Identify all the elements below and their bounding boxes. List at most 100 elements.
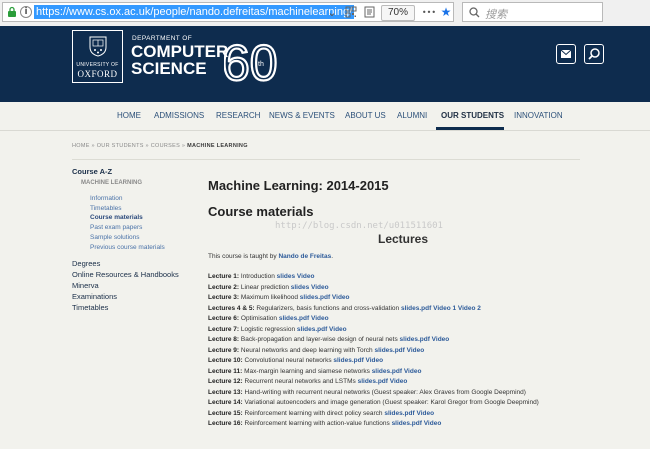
sidebar-item-timetables[interactable]: Timetables (72, 303, 108, 312)
lecture-links[interactable]: slides.pdf Video (400, 336, 450, 343)
lecture-number: Lecture 7: (208, 326, 240, 333)
lecture-links[interactable]: slides.pdf Video (279, 315, 329, 322)
qr-code-icon[interactable] (345, 6, 357, 18)
lock-icon (8, 6, 16, 17)
sidebar-link-course-materials[interactable]: Course materials (90, 214, 143, 221)
lecture-row: Lecture 3: Maximum likelihood slides.pdf… (208, 294, 350, 301)
lecture-row: Lecture 9: Neural networks and deep lear… (208, 347, 424, 354)
lecture-number: Lecture 12: (208, 378, 243, 385)
browser-search-input[interactable]: 搜索 (462, 2, 603, 22)
lecture-links[interactable]: slides.pdf Video (384, 410, 434, 417)
nav-research[interactable]: RESEARCH (216, 111, 260, 120)
lecture-topic: Logistic regression (240, 326, 296, 333)
lecture-links[interactable]: slides.pdf Video (333, 357, 383, 364)
lecture-topic: Max-margin learning and siamese networks (244, 368, 370, 375)
sidebar-item-examinations[interactable]: Examinations (72, 292, 117, 301)
lecture-topic: Reinforcement learning with action-value… (244, 420, 390, 427)
lecture-number: Lecture 1: (208, 273, 240, 280)
lecture-topic: Variational autoencoders and image gener… (244, 399, 539, 406)
more-actions-icon[interactable]: ••• (421, 5, 437, 20)
lecture-links[interactable]: slides.pdf Video (358, 378, 408, 385)
lecture-number: Lecture 13: (208, 389, 243, 396)
oxford-logo[interactable]: UNIVERSITY OF OXFORD (72, 30, 123, 83)
sidebar-link-previous-course-materials[interactable]: Previous course materials (90, 244, 165, 251)
oxford-crest-icon (89, 36, 107, 57)
breadcrumb-separator: » (145, 143, 149, 149)
info-icon[interactable]: i (20, 6, 32, 18)
lecture-row: Lecture 6: Optimisation slides.pdf Video (208, 315, 329, 322)
lecture-number: Lecture 10: (208, 357, 243, 364)
lecture-row: Lecture 16: Reinforcement learning with … (208, 420, 441, 427)
lecture-links[interactable]: slides.pdf Video (297, 326, 347, 333)
lecture-number: Lecture 15: (208, 410, 243, 417)
email-button[interactable] (556, 44, 576, 64)
nav-our-students[interactable]: OUR STUDENTS (441, 111, 504, 120)
lecture-number: Lecture 3: (208, 294, 240, 301)
sidebar-link-timetables[interactable]: Timetables (90, 205, 122, 212)
sidebar-link-sample-solutions[interactable]: Sample solutions (90, 234, 140, 241)
watermark: http://blog.csdn.net/u011511601 (275, 221, 443, 231)
zoom-indicator[interactable]: 70% (381, 5, 415, 21)
nav-admissions[interactable]: ADMISSIONS (154, 111, 204, 120)
nav-innovation[interactable]: INNOVATION (514, 111, 563, 120)
sidebar-item-degrees[interactable]: Degrees (72, 259, 100, 268)
university-label: UNIVERSITY OF (76, 62, 119, 68)
search-placeholder: 搜索 (485, 8, 507, 21)
lecture-links[interactable]: slides.pdf Video (374, 347, 424, 354)
lecture-number: Lecture 14: (208, 399, 243, 406)
lecture-number: Lectures 4 & 5: (208, 305, 255, 312)
anniversary-suffix: th (258, 61, 264, 68)
sidebar-item-online-resources[interactable]: Online Resources & Handbooks (72, 270, 179, 279)
lecture-links[interactable]: slides.pdf Video (300, 294, 350, 301)
lecture-row: Lecture 12: Recurrent neural networks an… (208, 378, 407, 385)
lecture-links[interactable]: slides.pdf Video 1 Video 2 (401, 305, 481, 312)
breadcrumb: HOME » OUR STUDENTS » COURSES » MACHINE … (72, 143, 248, 149)
lecture-topic: Reinforcement learning with direct polic… (244, 410, 383, 417)
bookmark-star-icon[interactable]: ★ (439, 5, 453, 20)
lecture-topic: Neural networks and deep learning with T… (240, 347, 373, 354)
site-title-line2[interactable]: SCIENCE (131, 60, 207, 77)
sidebar-link-information[interactable]: Information (90, 195, 123, 202)
url-text[interactable]: https://www.cs.ox.ac.uk/people/nando.def… (34, 5, 355, 19)
sidebar-heading[interactable]: Course A-Z (72, 167, 112, 176)
lecture-links[interactable]: slides Video (291, 284, 329, 291)
site-search-button[interactable] (584, 44, 604, 64)
nav-home[interactable]: HOME (117, 111, 141, 120)
lecture-links[interactable]: slides.pdf Video (372, 368, 422, 375)
oxford-label: OXFORD (77, 69, 118, 79)
mail-icon (560, 49, 572, 58)
main-navigation: HOME ADMISSIONS RESEARCH NEWS & EVENTS A… (0, 102, 650, 131)
lecture-number: Lecture 8: (208, 336, 240, 343)
browser-toolbar: i https://www.cs.ox.ac.uk/people/nando.d… (0, 0, 650, 27)
lecture-row: Lecture 1: Introduction slides Video (208, 273, 315, 280)
lecture-row: Lecture 2: Linear prediction slides Vide… (208, 284, 329, 291)
lecture-number: Lecture 2: (208, 284, 240, 291)
lecture-links[interactable]: slides Video (277, 273, 315, 280)
lecture-row: Lectures 4 & 5: Regularizers, basis func… (208, 305, 481, 312)
dropdown-icon[interactable]: ⌄ (325, 5, 339, 20)
nav-alumni[interactable]: ALUMNI (397, 111, 427, 120)
lecture-row: Lecture 13: Hand-writing with recurrent … (208, 389, 526, 396)
active-nav-indicator (436, 127, 504, 130)
page-body: HOME » OUR STUDENTS » COURSES » MACHINE … (0, 131, 650, 449)
lecture-topic: Linear prediction (240, 284, 289, 291)
lecture-topic: Hand-writing with recurrent neural netwo… (244, 389, 526, 396)
lecture-topic: Introduction (240, 273, 275, 280)
site-title-line1[interactable]: COMPUTER (131, 43, 228, 60)
breadcrumb-home[interactable]: HOME (72, 143, 90, 149)
sidebar-subheading[interactable]: MACHINE LEARNING (81, 180, 142, 186)
nav-about-us[interactable]: ABOUT US (345, 111, 386, 120)
site-header: UNIVERSITY OF OXFORD DEPARTMENT OF COMPU… (0, 26, 650, 102)
lecture-row: Lecture 14: Variational autoencoders and… (208, 399, 539, 406)
reader-view-icon[interactable] (364, 6, 375, 18)
breadcrumb-our-students[interactable]: OUR STUDENTS (97, 143, 144, 149)
breadcrumb-courses[interactable]: COURSES (151, 143, 180, 149)
instructor-link[interactable]: Nando de Freitas (278, 253, 331, 260)
nav-news-events[interactable]: NEWS & EVENTS (269, 111, 335, 120)
lecture-links[interactable]: slides.pdf Video (392, 420, 442, 427)
sidebar-link-past-exam-papers[interactable]: Past exam papers (90, 224, 142, 231)
department-label: DEPARTMENT OF (132, 35, 193, 42)
lecture-row: Lecture 8: Back-propagation and layer-wi… (208, 336, 449, 343)
address-bar[interactable]: i https://www.cs.ox.ac.uk/people/nando.d… (2, 2, 454, 22)
sidebar-item-minerva[interactable]: Minerva (72, 281, 99, 290)
